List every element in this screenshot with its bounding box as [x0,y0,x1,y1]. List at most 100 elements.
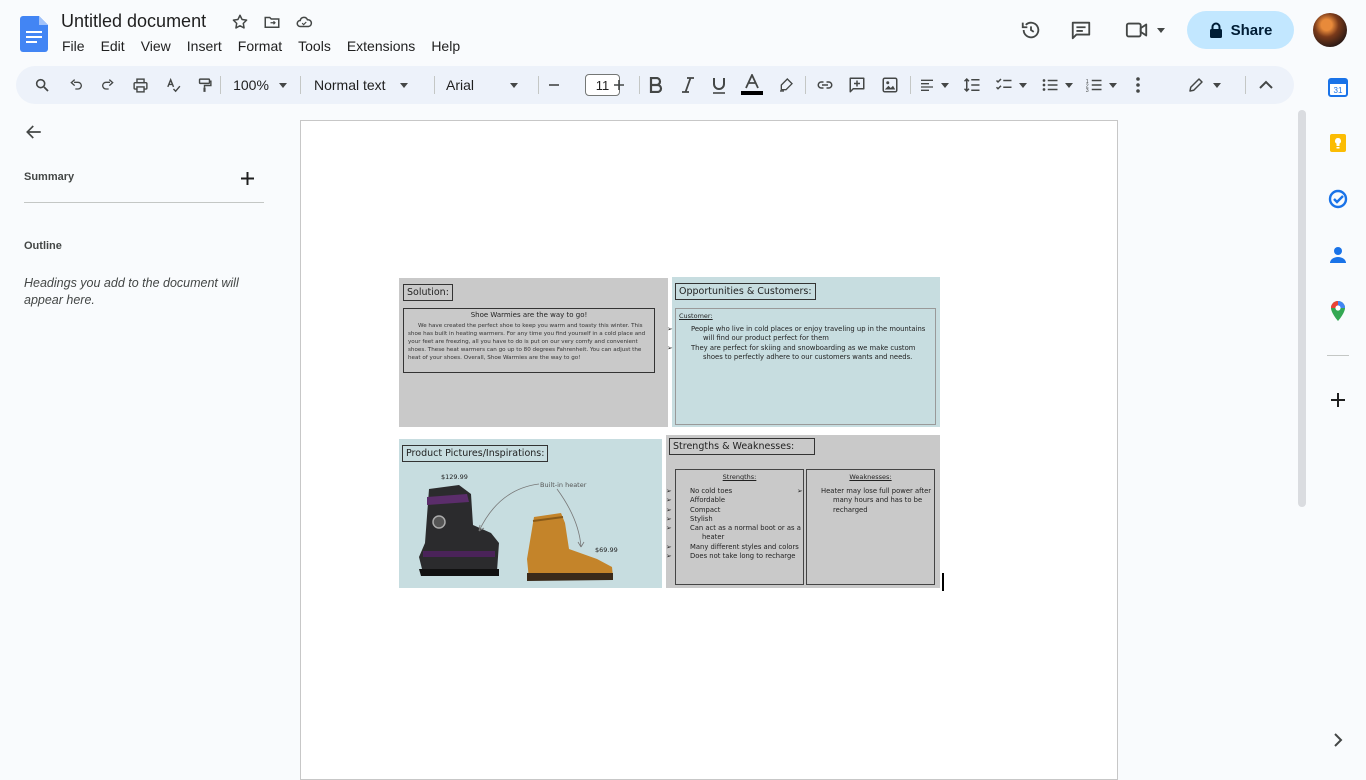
list-item: Many different styles and colors [690,543,801,552]
text-color-icon[interactable] [739,66,765,104]
divider [24,202,264,203]
svg-text:3: 3 [1086,88,1089,94]
menu-extensions[interactable]: Extensions [339,37,423,55]
bulleted-list-select[interactable] [1038,66,1076,104]
zoom-select[interactable]: 100% [228,66,292,104]
style-value: Normal text [314,77,386,93]
divider [1327,355,1349,356]
menu-view[interactable]: View [133,37,179,55]
get-add-ons-icon[interactable] [1326,388,1350,412]
spellcheck-icon[interactable] [161,66,185,104]
list-item: No cold toes [690,487,801,496]
chevron-down-icon [1109,82,1117,88]
align-left-icon [921,79,933,91]
align-select[interactable] [916,66,952,104]
chevron-down-icon [1065,82,1073,88]
strengths-weaknesses-label: Strengths & Weaknesses: [669,438,815,455]
show-side-panel-icon[interactable] [1326,728,1350,752]
menu-format[interactable]: Format [230,37,290,55]
list-item: Compact [690,506,801,515]
undo-icon[interactable] [64,66,88,104]
maps-icon[interactable] [1326,299,1350,323]
summary-label: Summary [24,171,75,183]
menu-help[interactable]: Help [423,37,468,55]
document-title[interactable]: Untitled document [61,11,206,32]
solution-heading: Shoe Warmies are the way to go! [470,311,588,319]
menu-insert[interactable]: Insert [179,37,230,55]
checklist-icon [995,78,1012,90]
list-item: Stylish [690,515,801,524]
insert-image-icon[interactable] [878,66,902,104]
menu-file[interactable]: File [54,37,93,55]
cloud-saved-icon[interactable] [293,11,315,33]
avatar[interactable] [1313,13,1347,47]
paint-format-icon[interactable] [192,66,216,104]
list-item: Affordable [690,496,801,505]
add-comment-icon[interactable] [845,66,869,104]
strengths-list: No cold toes Affordable Compact Stylish … [678,487,801,561]
font-value: Arial [446,77,475,93]
style-select[interactable]: Normal text [314,66,422,104]
star-icon[interactable] [229,11,251,33]
docs-logo-icon[interactable] [20,16,48,52]
menu-bar: File Edit View Insert Format Tools Exten… [54,37,468,55]
list-item: People who live in cold places or enjoy … [691,325,932,344]
chevron-down-icon [399,82,408,88]
back-arrow-icon[interactable] [22,120,46,144]
list-item: They are perfect for skiing and snowboar… [691,344,932,363]
menu-edit[interactable]: Edit [93,37,133,55]
toolbar: 100% Normal text Arial 11 1 2 3 [16,66,1294,104]
chevron-down-icon [1213,82,1221,88]
contacts-icon[interactable] [1326,243,1350,267]
numbered-list-icon: 123 [1086,79,1102,94]
line-spacing-icon[interactable] [960,66,984,104]
opportunities-label: Opportunities & Customers: [675,283,816,300]
boots-illustration [419,483,613,581]
underline-icon[interactable] [707,66,731,104]
solution-label: Solution: [403,284,453,301]
calendar-icon[interactable]: 31 [1326,75,1350,99]
comments-icon[interactable] [1068,17,1094,43]
strengths-box: Strengths: No cold toes Affordable Compa… [675,469,804,585]
share-button[interactable]: Share [1187,11,1294,49]
solution-panel: Solution: Shoe Warmies are the way to go… [399,278,668,427]
increase-font-size-button[interactable] [609,66,629,104]
meet-button[interactable] [1122,17,1168,43]
add-summary-icon[interactable] [237,168,257,188]
opportunities-panel: Opportunities & Customers: Customer: Peo… [672,277,940,427]
editing-mode-select[interactable] [1184,66,1224,104]
keep-icon[interactable] [1326,131,1350,155]
vertical-scrollbar[interactable] [1298,110,1306,507]
product-pictures-panel: Product Pictures/Inspirations: $129.99 B… [399,439,662,588]
redo-icon[interactable] [96,66,120,104]
numbered-list-select[interactable]: 123 [1082,66,1120,104]
pencil-icon [1189,78,1203,92]
font-select[interactable]: Arial [446,66,526,104]
menu-tools[interactable]: Tools [290,37,339,55]
insert-link-icon[interactable] [813,66,837,104]
list-item: Heater may lose full power after many ho… [821,487,932,515]
opportunities-textbox: Customer: People who live in cold places… [675,308,936,425]
weaknesses-list: Heater may lose full power after many ho… [809,487,932,515]
chevron-down-icon [510,82,519,88]
highlight-color-icon[interactable] [774,66,798,104]
list-item: Does not take long to recharge [690,552,801,561]
hide-menus-icon[interactable] [1254,66,1278,104]
bold-icon[interactable] [644,66,668,104]
chevron-down-icon [278,82,287,88]
version-history-icon[interactable] [1018,17,1044,43]
move-folder-icon[interactable] [261,11,283,33]
bulleted-list-icon [1042,79,1058,91]
decrease-font-size-button[interactable] [544,66,564,104]
outline-label: Outline [24,240,62,252]
search-menus-icon[interactable] [30,66,54,104]
checklist-select[interactable] [992,66,1030,104]
more-options-icon[interactable] [1128,66,1148,104]
italic-icon[interactable] [676,66,700,104]
tasks-icon[interactable] [1326,187,1350,211]
embedded-slide-image[interactable]: Solution: Shoe Warmies are the way to go… [399,277,940,588]
print-icon[interactable] [128,66,152,104]
share-label: Share [1230,21,1273,39]
strengths-weaknesses-panel: Strengths & Weaknesses: Strengths: No co… [666,435,940,588]
text-cursor [942,573,944,591]
